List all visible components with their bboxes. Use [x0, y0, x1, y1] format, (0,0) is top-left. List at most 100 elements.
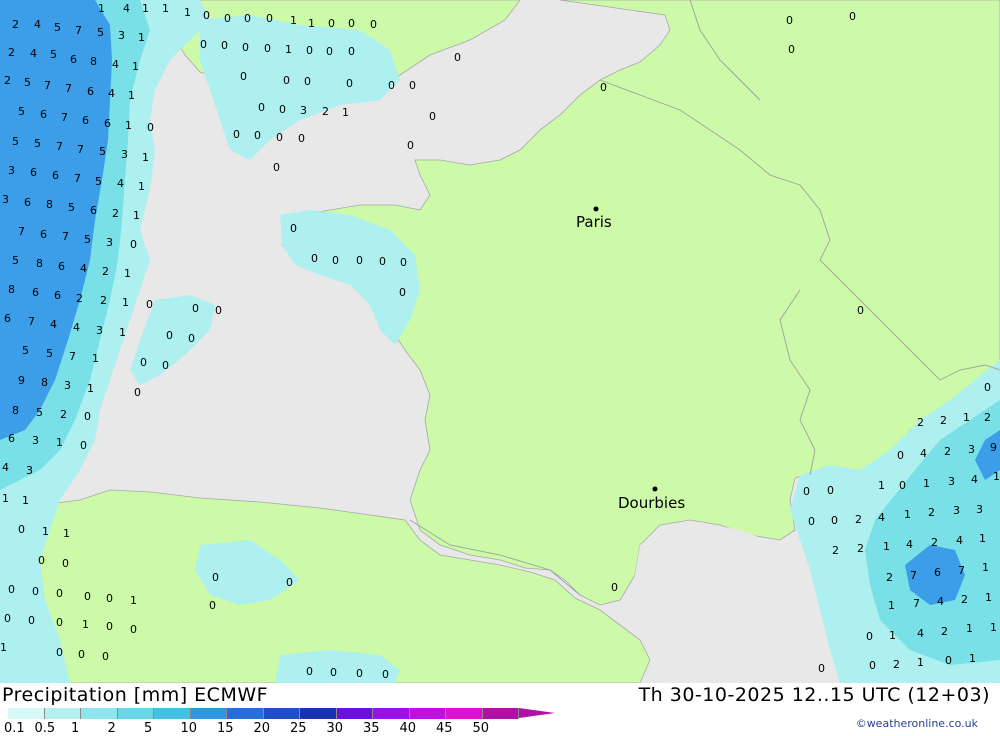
precip-value: 2 [100, 294, 107, 307]
legend-swatch [263, 708, 300, 719]
precip-value: 3 [948, 475, 955, 488]
precip-value: 8 [90, 55, 97, 68]
precip-value: 0 [140, 356, 147, 369]
precip-value: 0 [831, 514, 838, 527]
precip-value: 8 [12, 404, 19, 417]
precip-value: 0 [400, 256, 407, 269]
precip-value: 0 [38, 554, 45, 567]
precip-value: 7 [910, 569, 917, 582]
precip-value: 0 [147, 121, 154, 134]
precip-value: 5 [68, 201, 75, 214]
precip-value: 0 [803, 485, 810, 498]
precip-value: 5 [22, 344, 29, 357]
precip-value: 0 [134, 386, 141, 399]
precip-value: 1 [56, 436, 63, 449]
precip-value: 4 [117, 177, 124, 190]
precip-value: 6 [40, 228, 47, 241]
precip-value: 3 [32, 434, 39, 447]
precip-value: 8 [36, 257, 43, 270]
legend-swatch [154, 708, 191, 719]
precip-value: 0 [370, 18, 377, 31]
precip-value: 0 [290, 222, 297, 235]
precip-value: 5 [95, 175, 102, 188]
legend-tick-label: 50 [472, 721, 490, 736]
precip-value: 7 [56, 140, 63, 153]
precip-value: 1 [87, 382, 94, 395]
precip-value: 1 [142, 2, 149, 15]
precip-value: 4 [937, 595, 944, 608]
precip-value: 6 [52, 169, 59, 182]
precip-value: 0 [827, 484, 834, 497]
precip-value: 0 [240, 70, 247, 83]
credit-link[interactable]: ©weatheronline.co.uk [856, 717, 978, 730]
legend-tick-label: 2 [107, 721, 116, 736]
precip-value: 2 [941, 625, 948, 638]
precip-value: 8 [8, 283, 15, 296]
precip-value: 2 [893, 658, 900, 671]
precip-value: 6 [934, 566, 941, 579]
precip-value: 5 [12, 254, 19, 267]
precip-value: 0 [266, 12, 273, 25]
precip-value: 9 [990, 441, 997, 454]
precip-value: 7 [28, 315, 35, 328]
precip-value: 0 [356, 254, 363, 267]
precip-value: 1 [142, 151, 149, 164]
precip-value: 2 [886, 571, 893, 584]
legend-tick-label: 25 [290, 721, 307, 736]
precip-value: 6 [8, 432, 15, 445]
precip-value: 4 [34, 18, 41, 31]
precip-value: 4 [917, 627, 924, 640]
precip-value: 0 [899, 479, 906, 492]
precip-value: 0 [264, 42, 271, 55]
precip-value: 5 [54, 21, 61, 34]
precip-value: 0 [328, 17, 335, 30]
precip-value: 3 [106, 236, 113, 249]
precip-value: 0 [330, 666, 337, 679]
precip-value: 5 [46, 347, 53, 360]
precip-value: 2 [76, 292, 83, 305]
precipitation-map[interactable]: Paris Dourbies 1411100001100024575310000… [0, 0, 1000, 683]
precip-value: 1 [985, 591, 992, 604]
precip-value: 3 [118, 29, 125, 42]
precip-value: 1 [22, 494, 29, 507]
precip-value: 0 [945, 654, 952, 667]
precip-value: 1 [963, 411, 970, 424]
legend-arrow-icon [519, 708, 555, 718]
precip-value: 4 [971, 473, 978, 486]
legend-swatch [336, 708, 373, 719]
precip-value: 10 [993, 470, 1000, 483]
precip-value: 0 [258, 101, 265, 114]
precip-value: 0 [346, 77, 353, 90]
precip-value: 0 [130, 623, 137, 636]
precip-value: 7 [44, 79, 51, 92]
precip-value: 0 [283, 74, 290, 87]
precip-value: 0 [429, 110, 436, 123]
precip-value: 0 [356, 667, 363, 680]
precip-value: 0 [224, 12, 231, 25]
precip-value: 4 [906, 538, 913, 551]
legend-tick-label: 20 [253, 721, 271, 736]
precip-value: 2 [940, 414, 947, 427]
precip-value: 7 [958, 564, 965, 577]
precip-value: 1 [92, 352, 99, 365]
precip-value: 1 [63, 527, 70, 540]
precip-value: 6 [24, 196, 31, 209]
precip-value: 4 [112, 58, 119, 71]
precip-value: 2 [60, 408, 67, 421]
precip-value: 1 [878, 479, 885, 492]
precip-value: 2 [928, 506, 935, 519]
precip-value: 2 [961, 593, 968, 606]
precip-value: 0 [454, 51, 461, 64]
precip-value: 0 [407, 139, 414, 152]
precip-value: 2 [857, 542, 864, 555]
precip-value: 3 [96, 324, 103, 337]
city-label-dourbies: Dourbies [618, 494, 685, 512]
forecast-datetime: Th 30-10-2025 12..15 UTC (12+03) [638, 684, 990, 706]
precip-value: 0 [28, 614, 35, 627]
precip-value: 1 [125, 119, 132, 132]
precip-value: 4 [920, 447, 927, 460]
precip-value: 1 [42, 525, 49, 538]
precip-value: 0 [8, 583, 15, 596]
legend-tick-label: 0.1 [4, 721, 25, 736]
precip-value: 1 [889, 629, 896, 642]
